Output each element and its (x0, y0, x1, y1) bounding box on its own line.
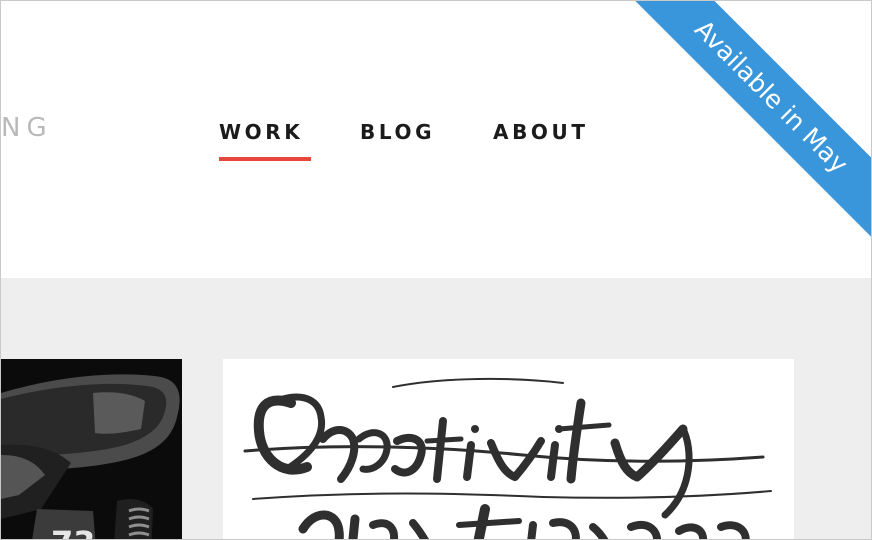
site-header: NG WORK BLOG ABOUT Available in May (1, 1, 871, 278)
site-logo[interactable]: NG (1, 115, 53, 141)
portfolio-grid: 73 (1, 278, 871, 539)
nav-item-work[interactable]: WORK (219, 119, 303, 145)
active-nav-underline (219, 157, 311, 161)
nav-item-about[interactable]: ABOUT (493, 119, 589, 145)
calligraphy-artwork-icon (223, 359, 794, 539)
availability-ribbon: Available in May (609, 1, 871, 259)
portfolio-item-lettering[interactable] (223, 359, 794, 539)
nav-item-blog[interactable]: BLOG (360, 119, 435, 145)
racing-number: 73 (51, 524, 96, 540)
motorcycle-photo-icon: 73 (1, 359, 182, 540)
browser-viewport: NG WORK BLOG ABOUT Available in May (0, 0, 872, 540)
portfolio-item-motorcycle[interactable]: 73 (1, 359, 182, 540)
